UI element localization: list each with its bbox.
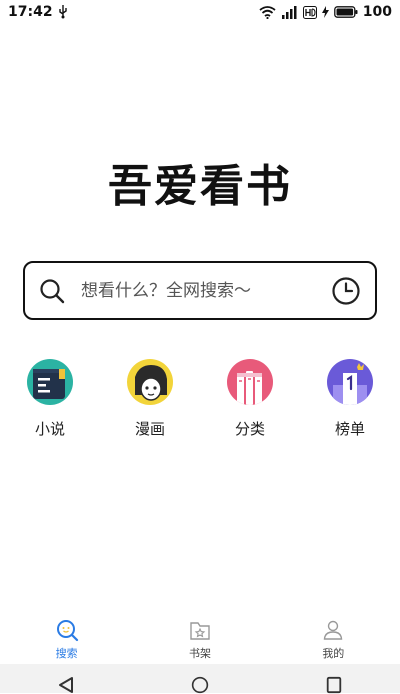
- status-bar: 17:42 100: [0, 0, 400, 24]
- home-icon[interactable]: [189, 676, 211, 694]
- search-input[interactable]: [79, 279, 331, 302]
- charging-icon: [321, 6, 329, 18]
- category-label-comic: 漫画: [134, 420, 165, 438]
- recents-icon[interactable]: [324, 676, 344, 694]
- search-face-icon: [56, 620, 78, 642]
- category-novel[interactable]: 小说: [0, 359, 100, 439]
- nav-tab-profile[interactable]: 我的: [267, 614, 400, 664]
- hd-icon: [302, 5, 317, 19]
- nav-tab-bookshelf[interactable]: 书架: [133, 614, 266, 664]
- novel-book-icon: [27, 359, 73, 405]
- comic-character-icon: [127, 359, 173, 405]
- category-comic[interactable]: 漫画: [100, 359, 200, 439]
- status-time: 17:42: [8, 4, 53, 20]
- category-classify[interactable]: 分类: [200, 359, 300, 439]
- search-icon: [40, 278, 65, 303]
- category-label-ranking: 榜单: [334, 420, 365, 438]
- category-label-classify: 分类: [234, 420, 265, 438]
- app-logo-text: 吾爱看书: [108, 161, 292, 212]
- history-clock-icon[interactable]: [331, 276, 361, 306]
- ranking-podium-icon: [327, 359, 373, 405]
- back-icon[interactable]: [56, 676, 76, 694]
- signal-icon: [281, 5, 297, 19]
- nav-label-search: 搜索: [55, 647, 78, 660]
- category-row: 小说 漫画 分类 榜单: [0, 359, 400, 439]
- category-ranking[interactable]: 榜单: [300, 359, 400, 439]
- bookshelf-icon: [190, 622, 210, 640]
- nav-tab-search[interactable]: 搜索: [0, 614, 133, 664]
- system-nav-bar: [0, 664, 400, 694]
- profile-icon: [324, 620, 343, 640]
- classify-books-icon: [227, 359, 273, 405]
- nav-label-bookshelf: 书架: [188, 647, 211, 660]
- search-box[interactable]: [23, 261, 377, 320]
- wifi-icon: [259, 5, 276, 19]
- category-label-novel: 小说: [34, 420, 65, 438]
- battery-icon: [333, 6, 358, 18]
- bottom-nav: 搜索 书架 我的: [0, 614, 400, 664]
- battery-level: 100: [362, 4, 392, 20]
- usb-icon: [58, 5, 67, 19]
- nav-label-profile: 我的: [322, 647, 345, 660]
